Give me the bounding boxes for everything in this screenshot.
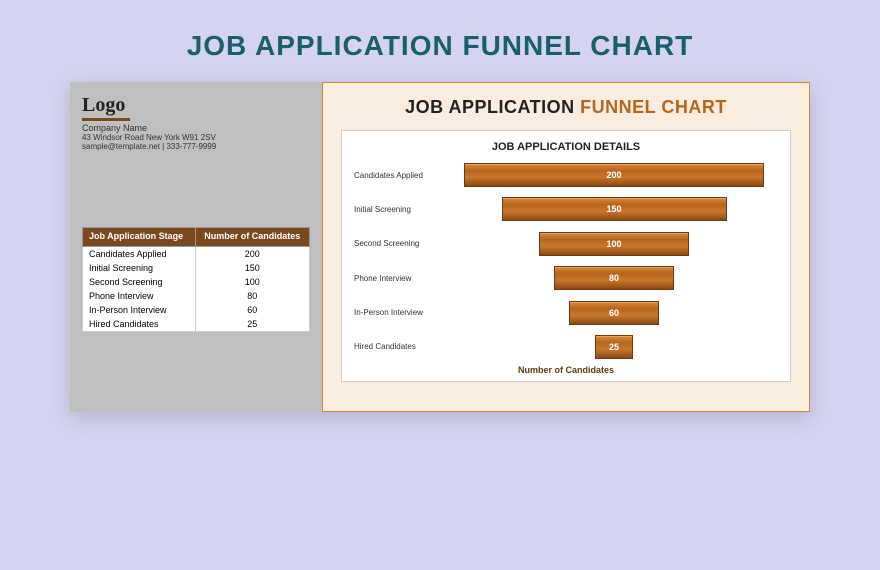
table-row: In-Person Interview60 [83, 303, 310, 317]
table-row: Initial Screening150 [83, 261, 310, 275]
funnel-bar: 25 [595, 335, 633, 359]
cell-count: 200 [195, 246, 309, 261]
logo-underline-icon [82, 118, 130, 121]
funnel-bar: 60 [569, 301, 659, 325]
card: Logo Company Name 43 Windsor Road New Yo… [70, 82, 810, 412]
table-row: Candidates Applied200 [83, 246, 310, 261]
company-contact: sample@template.net | 333-777-9999 [82, 142, 310, 151]
cell-stage: Second Screening [83, 275, 196, 289]
funnel-row-label: Second Screening [354, 239, 450, 248]
left-panel: Logo Company Name 43 Windsor Road New Yo… [70, 82, 322, 412]
funnel-bar: 100 [539, 232, 689, 256]
funnel-row-label: Initial Screening [354, 205, 450, 214]
chart-box: JOB APPLICATION DETAILS Candidates Appli… [341, 130, 791, 382]
funnel-bar: 200 [464, 163, 764, 187]
bar-zone: 150 [450, 197, 778, 221]
data-table: Job Application Stage Number of Candidat… [82, 227, 310, 332]
table-head-stage: Job Application Stage [83, 228, 196, 247]
bar-zone: 80 [450, 266, 778, 290]
page-title: JOB APPLICATION FUNNEL CHART [0, 0, 880, 82]
bar-zone: 60 [450, 301, 778, 325]
cell-stage: Phone Interview [83, 289, 196, 303]
table-row: Hired Candidates25 [83, 317, 310, 332]
logo-block: Logo Company Name 43 Windsor Road New Yo… [82, 94, 310, 151]
cell-count: 150 [195, 261, 309, 275]
chart-title-b: FUNNEL CHART [580, 97, 727, 117]
cell-stage: Candidates Applied [83, 246, 196, 261]
funnel-row: Hired Candidates 25 [354, 333, 778, 361]
table-row: Phone Interview80 [83, 289, 310, 303]
funnel-row-label: Hired Candidates [354, 342, 450, 351]
logo-text: Logo [82, 94, 310, 117]
table-row: Second Screening100 [83, 275, 310, 289]
company-address: 43 Windsor Road New York W91 2SV [82, 133, 310, 142]
chart-title-a: JOB APPLICATION [405, 97, 580, 117]
funnel-rows: Candidates Applied 200 Initial Screening 15… [354, 161, 778, 361]
funnel-row: Phone Interview 80 [354, 264, 778, 292]
funnel-row: Initial Screening 150 [354, 195, 778, 223]
bar-zone: 25 [450, 335, 778, 359]
cell-count: 25 [195, 317, 309, 332]
cell-count: 80 [195, 289, 309, 303]
funnel-row: Second Screening 100 [354, 230, 778, 258]
funnel-bar: 150 [502, 197, 727, 221]
cell-count: 60 [195, 303, 309, 317]
bar-zone: 100 [450, 232, 778, 256]
funnel-row-label: Candidates Applied [354, 171, 450, 180]
cell-stage: Hired Candidates [83, 317, 196, 332]
table-head-count: Number of Candidates [195, 228, 309, 247]
funnel-row: In-Person Interview 60 [354, 299, 778, 327]
cell-stage: Initial Screening [83, 261, 196, 275]
x-axis-label: Number of Candidates [354, 365, 778, 375]
bar-zone: 200 [450, 163, 778, 187]
funnel-bar: 80 [554, 266, 674, 290]
funnel-row: Candidates Applied 200 [354, 161, 778, 189]
right-panel: JOB APPLICATION FUNNEL CHART JOB APPLICA… [322, 82, 810, 412]
cell-stage: In-Person Interview [83, 303, 196, 317]
company-name: Company Name [82, 123, 310, 133]
funnel-row-label: Phone Interview [354, 274, 450, 283]
chart-subtitle: JOB APPLICATION DETAILS [354, 141, 778, 153]
funnel-row-label: In-Person Interview [354, 308, 450, 317]
cell-count: 100 [195, 275, 309, 289]
chart-title: JOB APPLICATION FUNNEL CHART [341, 97, 791, 118]
